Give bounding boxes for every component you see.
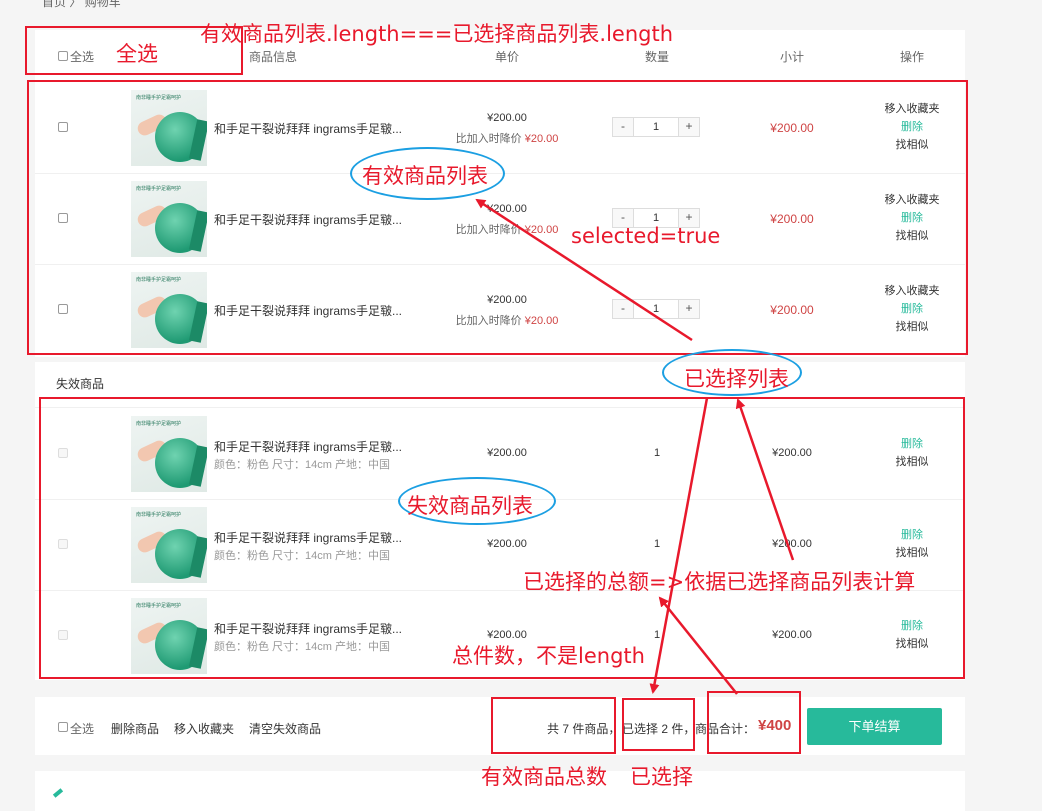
annotation-arrows [475, 198, 795, 695]
arrow-selected-true [475, 198, 693, 342]
arrow-total-amount [658, 596, 738, 695]
arrow-selected-list [735, 398, 795, 561]
